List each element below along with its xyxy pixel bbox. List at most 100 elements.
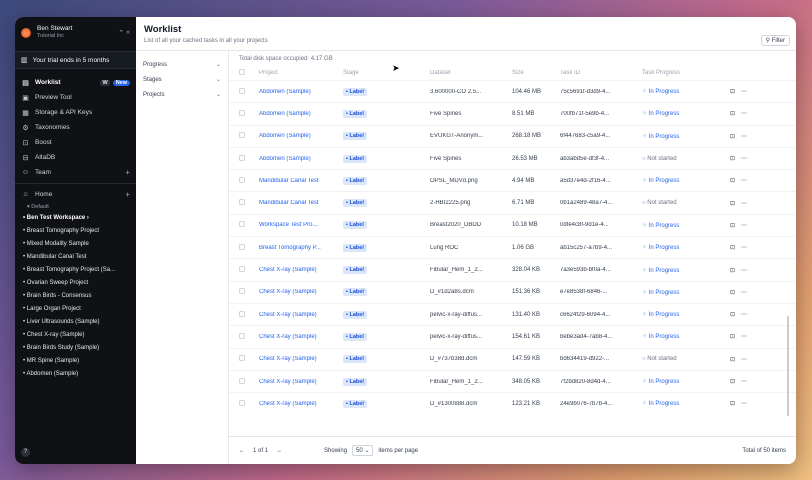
- filter-projects[interactable]: Projects ⌄: [136, 87, 228, 102]
- column-header-task-progress[interactable]: Task Progress: [642, 70, 730, 76]
- more-options-button[interactable]: ⋯: [741, 222, 747, 229]
- workspace-group-default[interactable]: ▾ Default: [15, 202, 136, 212]
- project-link[interactable]: Abdomen (Sample): [259, 156, 343, 162]
- filter-button[interactable]: ⚲ Filter: [760, 35, 790, 46]
- row-checkbox[interactable]: [239, 154, 245, 161]
- task-icon-button[interactable]: ⊡: [730, 244, 735, 251]
- chevron-updown-icon[interactable]: ⌃: [118, 29, 124, 37]
- project-link[interactable]: Chest X-ray (Sample): [259, 356, 343, 362]
- more-options-button[interactable]: ⋯: [741, 244, 747, 251]
- sidebar-item-boost[interactable]: ⊡ Boost: [15, 135, 136, 150]
- more-options-button[interactable]: ⋯: [741, 311, 747, 318]
- account-header[interactable]: Ben Stewart Tutorial Inc ⌃ «: [15, 17, 136, 47]
- workspace-item[interactable]: • Large Organ Project: [15, 303, 136, 316]
- row-checkbox[interactable]: [239, 377, 245, 384]
- sidebar-item-team[interactable]: ☺ Team +: [15, 165, 136, 180]
- row-checkbox[interactable]: [239, 310, 245, 317]
- column-header-task-id[interactable]: Task ID: [560, 70, 642, 76]
- sidebar-item-storage-api-keys[interactable]: ▦ Storage & API Keys: [15, 105, 136, 120]
- column-header-project[interactable]: Project: [259, 70, 343, 76]
- filter-progress[interactable]: Progress ⌄: [136, 57, 228, 72]
- task-icon-button[interactable]: ⊡: [730, 378, 735, 385]
- project-link[interactable]: Chest X-ray (Sample): [259, 334, 343, 340]
- more-options-button[interactable]: ⋯: [741, 110, 747, 117]
- table-row[interactable]: Abdomen (Sample) ▪ Label EVUKGT-Anonym... 2…: [229, 124, 796, 147]
- more-options-button[interactable]: ⋯: [741, 177, 747, 184]
- project-link[interactable]: Mandibular Canal Test: [259, 178, 343, 184]
- project-link[interactable]: Chest X-ray (Sample): [259, 379, 343, 385]
- table-row[interactable]: Breast Tomography P... ▪ Label Lung ROC 1.0…: [229, 236, 796, 258]
- scrollbar[interactable]: [787, 316, 789, 416]
- workspace-item[interactable]: • Ovarian Sweep Project: [15, 277, 136, 290]
- project-link[interactable]: Chest X-ray (Sample): [259, 289, 343, 295]
- sidebar-item-altadb[interactable]: ⊟ AltaDB: [15, 150, 136, 165]
- per-page-select[interactable]: 50 ⌄: [352, 445, 374, 456]
- workspace-item[interactable]: • Ben Test Workspace ›: [15, 212, 136, 225]
- row-checkbox[interactable]: [239, 332, 245, 339]
- table-row[interactable]: Chest X-ray (Sample) ▪ Label D_#737b38d.dc…: [229, 347, 796, 370]
- table-row[interactable]: Chest X-ray (Sample) ▪ Label pelvic-x-ray-…: [229, 302, 796, 325]
- column-header-stage[interactable]: Stage: [343, 70, 430, 76]
- task-icon-button[interactable]: ⊡: [730, 133, 735, 140]
- table-row[interactable]: Chest X-ray (Sample) ▪ Label Fibular_Hem_1…: [229, 369, 796, 392]
- task-icon-button[interactable]: ⊡: [730, 110, 735, 117]
- workspace-item[interactable]: • Mixed Modality Sample: [15, 238, 136, 251]
- more-options-button[interactable]: ⋯: [741, 289, 747, 296]
- table-row[interactable]: Chest X-ray (Sample) ▪ Label pelvic-x-ray-…: [229, 325, 796, 347]
- more-options-button[interactable]: ⋯: [741, 200, 747, 207]
- workspace-item[interactable]: • Breast Tomography Project: [15, 225, 136, 238]
- next-page-button[interactable]: →: [276, 448, 282, 454]
- workspace-item[interactable]: • Mandibular Canal Test: [15, 251, 136, 264]
- help-button[interactable]: ?: [21, 448, 30, 457]
- workspace-item[interactable]: • MR Spine (Sample): [15, 355, 136, 368]
- project-link[interactable]: Workspace Test Pro...: [259, 222, 343, 228]
- workspace-item[interactable]: • Brain Birds Study (Sample): [15, 342, 136, 355]
- more-options-button[interactable]: ⋯: [741, 400, 747, 407]
- row-checkbox[interactable]: [239, 355, 245, 362]
- more-options-button[interactable]: ⋯: [741, 133, 747, 140]
- task-icon-button[interactable]: ⊡: [730, 267, 735, 274]
- workspace-item[interactable]: • Liver Ultrasounds (Sample): [15, 316, 136, 329]
- row-checkbox[interactable]: [239, 132, 245, 139]
- filter-stages[interactable]: Stages ⌄: [136, 72, 228, 87]
- workspace-item[interactable]: • Abdomen (Sample): [15, 368, 136, 381]
- table-row[interactable]: Chest X-ray (Sample) ▪ Label D_#1d2a8s.dcm…: [229, 280, 796, 303]
- more-options-button[interactable]: ⋯: [741, 378, 747, 385]
- row-checkbox[interactable]: [239, 288, 245, 295]
- table-row[interactable]: Mandibular Canal Test ▪ Label 2-HBI2225.pn…: [229, 191, 796, 213]
- task-icon-button[interactable]: ⊡: [730, 333, 735, 340]
- more-options-button[interactable]: ⋯: [741, 333, 747, 340]
- table-row[interactable]: Abdomen (Sample) ▪ Label Five Spines 26.53 …: [229, 146, 796, 169]
- project-link[interactable]: Abdomen (Sample): [259, 89, 343, 95]
- collapse-sidebar-button[interactable]: «: [126, 29, 130, 36]
- sidebar-item-taxonomies[interactable]: ⚙ Taxonomies: [15, 120, 136, 135]
- more-options-button[interactable]: ⋯: [741, 356, 747, 363]
- task-icon-button[interactable]: ⊡: [730, 88, 735, 95]
- table-row[interactable]: Chest X-ray (Sample) ▪ Label Fibular_Hem_1…: [229, 258, 796, 280]
- sidebar-item-worklist[interactable]: ▤ Worklist W New: [15, 75, 136, 90]
- row-checkbox[interactable]: [239, 176, 245, 183]
- task-icon-button[interactable]: ⊡: [730, 177, 735, 184]
- row-checkbox[interactable]: [239, 399, 245, 406]
- table-row[interactable]: Abdomen (Sample) ▪ Label Five Spines 8.51 M…: [229, 102, 796, 124]
- project-link[interactable]: Abdomen (Sample): [259, 111, 343, 117]
- row-checkbox[interactable]: [239, 199, 245, 206]
- table-row[interactable]: Abdomen (Sample) ▪ Label 3.600000-CO 2.5..…: [229, 80, 796, 102]
- table-row[interactable]: Workspace Test Pro... ▪ Label Breast2020_D…: [229, 213, 796, 236]
- row-checkbox[interactable]: [239, 221, 245, 228]
- project-link[interactable]: Breast Tomography P...: [259, 245, 343, 251]
- add-workspace-button[interactable]: +: [125, 190, 130, 199]
- more-options-button[interactable]: ⋯: [741, 155, 747, 162]
- sidebar-item-home[interactable]: ⌂ Home +: [15, 187, 136, 202]
- task-icon-button[interactable]: ⊡: [730, 155, 735, 162]
- project-link[interactable]: Chest X-ray (Sample): [259, 401, 343, 407]
- sidebar-item-preview-tool[interactable]: ▣ Preview Tool: [15, 90, 136, 105]
- more-options-button[interactable]: ⋯: [741, 88, 747, 95]
- table-row[interactable]: Mandibular Canal Test ▪ Label OPSL_MDVd.pn…: [229, 169, 796, 191]
- task-icon-button[interactable]: ⊡: [730, 289, 735, 296]
- add-team-button[interactable]: +: [125, 168, 130, 177]
- workspace-item[interactable]: • Brain Birds - Consensus: [15, 290, 136, 303]
- project-link[interactable]: Mandibular Canal Test: [259, 200, 343, 206]
- project-link[interactable]: Abdomen (Sample): [259, 133, 343, 139]
- column-header-size[interactable]: Size: [512, 70, 560, 76]
